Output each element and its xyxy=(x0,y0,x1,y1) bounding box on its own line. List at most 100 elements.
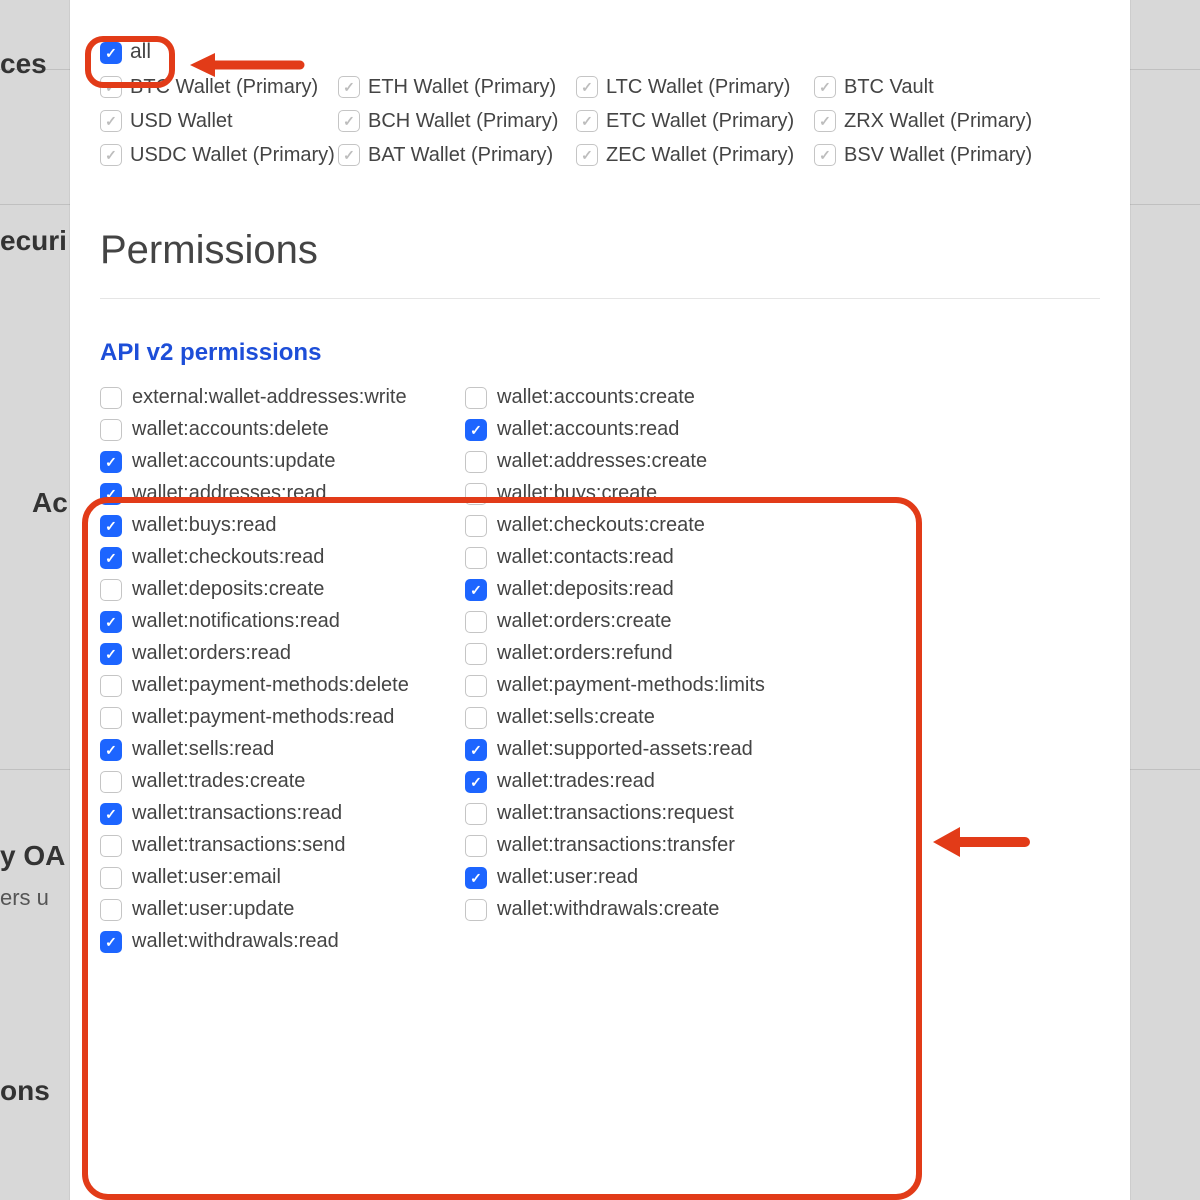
checkbox-permission[interactable] xyxy=(465,547,487,569)
permission-label: wallet:notifications:read xyxy=(132,610,340,633)
checkbox-account[interactable] xyxy=(576,144,598,166)
checkbox-all-label: all xyxy=(130,40,151,64)
permissions-grid: external:wallet-addresses:writewallet:ac… xyxy=(100,385,820,953)
checkbox-permission[interactable] xyxy=(100,515,122,537)
permission-label: wallet:payment-methods:read xyxy=(132,706,394,729)
permission-item: wallet:payment-methods:limits xyxy=(465,673,820,697)
permission-label: wallet:orders:read xyxy=(132,642,291,665)
checkbox-permission[interactable] xyxy=(465,771,487,793)
api-v2-heading: API v2 permissions xyxy=(100,339,1100,367)
permission-label: wallet:supported-assets:read xyxy=(497,738,753,761)
account-label: BAT Wallet (Primary) xyxy=(368,142,553,168)
checkbox-permission[interactable] xyxy=(100,387,122,409)
accounts-grid: BTC Wallet (Primary)ETH Wallet (Primary)… xyxy=(100,74,1100,168)
checkbox-permission[interactable] xyxy=(100,547,122,569)
checkbox-account[interactable] xyxy=(814,76,836,98)
checkbox-account[interactable] xyxy=(576,110,598,132)
checkbox-account[interactable] xyxy=(338,144,360,166)
account-item: BTC Vault xyxy=(814,74,1052,100)
permission-item: wallet:supported-assets:read xyxy=(465,737,820,761)
checkbox-account[interactable] xyxy=(338,76,360,98)
account-item: BAT Wallet (Primary) xyxy=(338,142,576,168)
permission-item: wallet:contacts:read xyxy=(465,545,820,569)
permission-label: wallet:user:read xyxy=(497,866,638,889)
permission-label: wallet:transactions:send xyxy=(132,834,345,857)
account-label: BSV Wallet (Primary) xyxy=(844,142,1032,168)
checkbox-permission[interactable] xyxy=(100,803,122,825)
checkbox-permission[interactable] xyxy=(465,803,487,825)
permission-item: wallet:deposits:read xyxy=(465,577,820,601)
checkbox-permission[interactable] xyxy=(465,867,487,889)
checkbox-permission[interactable] xyxy=(100,483,122,505)
permission-item: wallet:withdrawals:create xyxy=(465,897,820,921)
checkbox-permission[interactable] xyxy=(465,515,487,537)
checkbox-permission[interactable] xyxy=(465,611,487,633)
permission-label: wallet:addresses:read xyxy=(132,482,327,505)
checkbox-permission[interactable] xyxy=(465,579,487,601)
permission-label: wallet:transactions:transfer xyxy=(497,834,735,857)
checkbox-permission[interactable] xyxy=(100,579,122,601)
permission-item: wallet:buys:read xyxy=(100,513,455,537)
permission-label: wallet:accounts:delete xyxy=(132,418,329,441)
permission-item: wallet:notifications:read xyxy=(100,609,455,633)
account-item: LTC Wallet (Primary) xyxy=(576,74,814,100)
checkbox-account[interactable] xyxy=(814,110,836,132)
checkbox-account[interactable] xyxy=(814,144,836,166)
checkbox-permission[interactable] xyxy=(465,707,487,729)
account-item: BCH Wallet (Primary) xyxy=(338,108,576,134)
checkbox-permission[interactable] xyxy=(100,643,122,665)
checkbox-permission[interactable] xyxy=(100,739,122,761)
checkbox-account[interactable] xyxy=(338,110,360,132)
checkbox-permission[interactable] xyxy=(465,643,487,665)
checkbox-permission[interactable] xyxy=(100,451,122,473)
account-label: LTC Wallet (Primary) xyxy=(606,74,790,100)
account-label: ETC Wallet (Primary) xyxy=(606,108,794,134)
permission-item: wallet:payment-methods:delete xyxy=(100,673,455,697)
account-label: USD Wallet xyxy=(130,108,233,134)
checkbox-permission[interactable] xyxy=(100,835,122,857)
checkbox-account[interactable] xyxy=(100,144,122,166)
checkbox-permission[interactable] xyxy=(465,451,487,473)
permission-item: wallet:withdrawals:read xyxy=(100,929,455,953)
checkbox-permission[interactable] xyxy=(465,419,487,441)
checkbox-permission[interactable] xyxy=(100,771,122,793)
permission-label: wallet:withdrawals:read xyxy=(132,930,339,953)
account-label: BTC Vault xyxy=(844,74,934,100)
account-item: ZEC Wallet (Primary) xyxy=(576,142,814,168)
permission-item: wallet:accounts:read xyxy=(465,417,820,441)
checkbox-account[interactable] xyxy=(100,76,122,98)
permission-label: wallet:trades:read xyxy=(497,770,655,793)
checkbox-permission[interactable] xyxy=(100,419,122,441)
checkbox-permission[interactable] xyxy=(100,675,122,697)
account-item: USDC Wallet (Primary) xyxy=(100,142,338,168)
permission-label: wallet:transactions:read xyxy=(132,802,342,825)
permission-label: wallet:user:email xyxy=(132,866,281,889)
checkbox-permission[interactable] xyxy=(465,387,487,409)
checkbox-permission[interactable] xyxy=(100,899,122,921)
checkbox-permission[interactable] xyxy=(100,931,122,953)
permission-label: wallet:accounts:update xyxy=(132,450,335,473)
checkbox-account[interactable] xyxy=(100,110,122,132)
checkbox-all[interactable] xyxy=(100,42,122,64)
checkbox-account[interactable] xyxy=(576,76,598,98)
bg-text: Ac xyxy=(32,487,68,519)
permission-label: wallet:accounts:read xyxy=(497,418,679,441)
checkbox-permission[interactable] xyxy=(465,835,487,857)
permission-label: wallet:accounts:create xyxy=(497,386,695,409)
permission-item: wallet:user:email xyxy=(100,865,455,889)
checkbox-permission[interactable] xyxy=(100,611,122,633)
permission-item: wallet:trades:create xyxy=(100,769,455,793)
checkbox-permission[interactable] xyxy=(465,739,487,761)
checkbox-permission[interactable] xyxy=(100,707,122,729)
modal-dialog: all BTC Wallet (Primary)ETH Wallet (Prim… xyxy=(70,0,1130,1200)
permission-label: wallet:checkouts:read xyxy=(132,546,324,569)
account-item: ETC Wallet (Primary) xyxy=(576,108,814,134)
checkbox-permission[interactable] xyxy=(465,899,487,921)
checkbox-permission[interactable] xyxy=(465,675,487,697)
account-item: USD Wallet xyxy=(100,108,338,134)
permission-item: wallet:addresses:read xyxy=(100,481,455,505)
permission-item: wallet:orders:refund xyxy=(465,641,820,665)
permission-item: wallet:transactions:read xyxy=(100,801,455,825)
checkbox-permission[interactable] xyxy=(465,483,487,505)
checkbox-permission[interactable] xyxy=(100,867,122,889)
